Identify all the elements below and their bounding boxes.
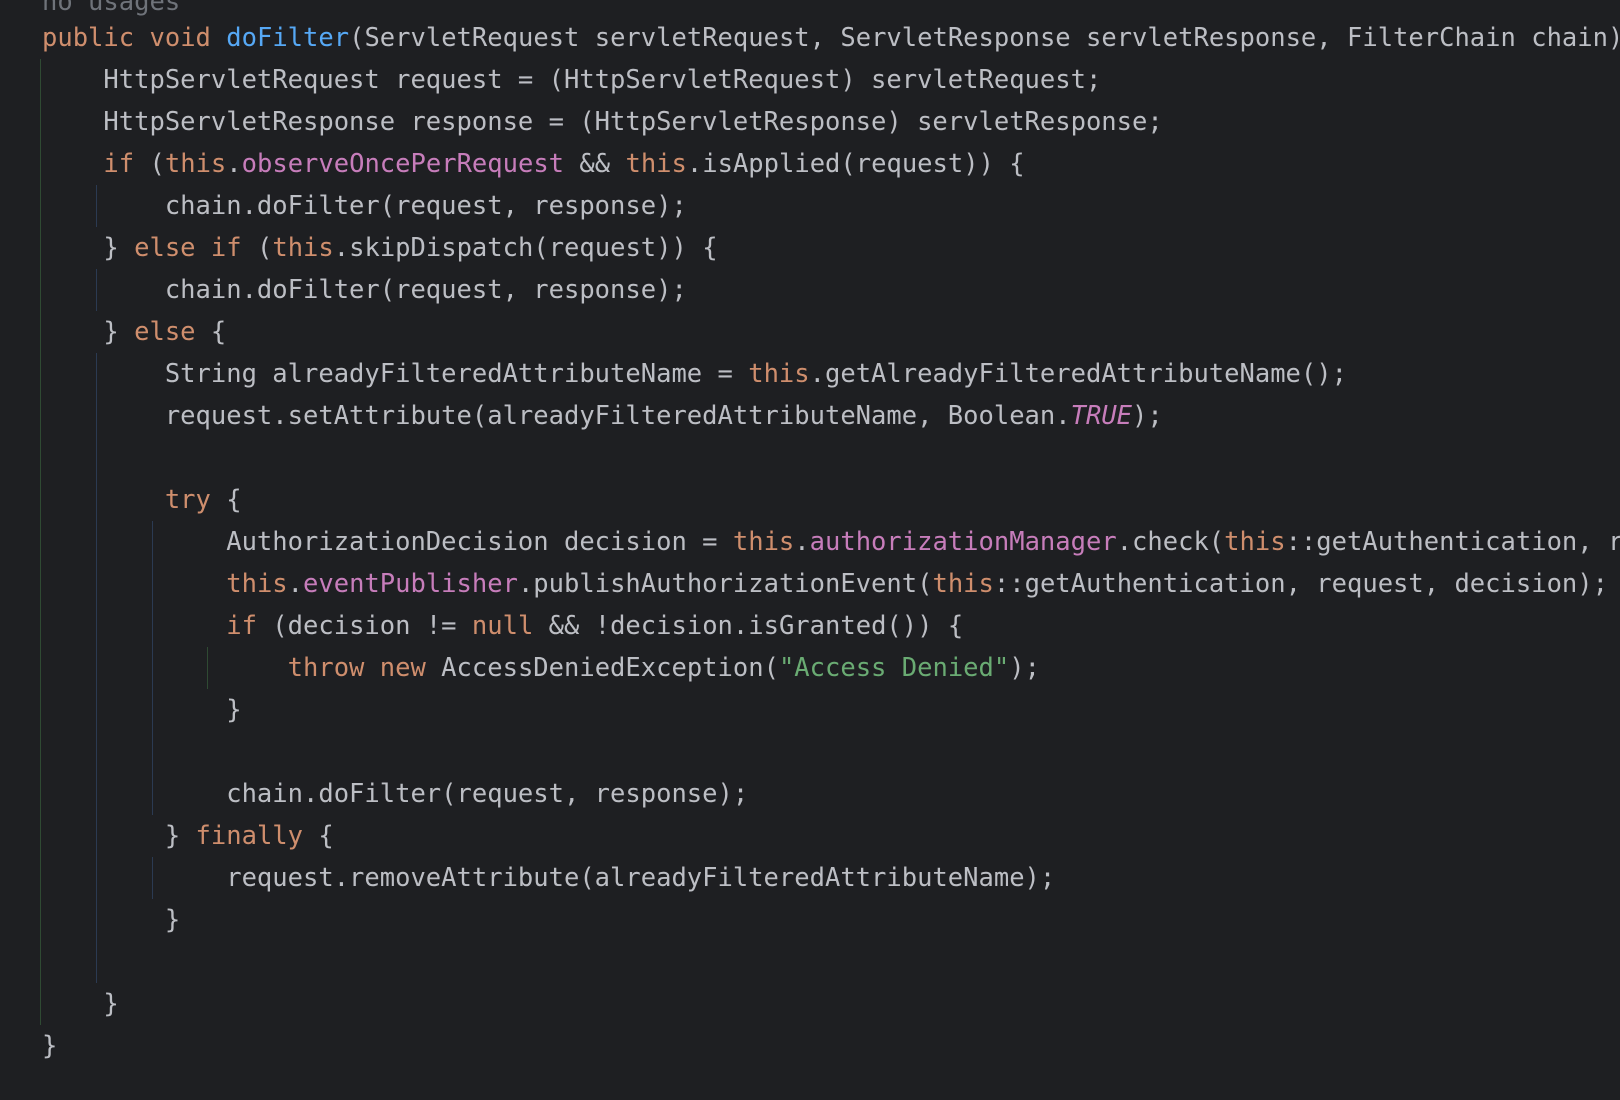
code-token: AccessDeniedException( xyxy=(425,653,779,683)
indent-guide-method xyxy=(40,59,41,1025)
code-token: chain.doFilter(request, response); xyxy=(42,275,687,305)
code-token: { xyxy=(210,485,242,515)
code-editor[interactable]: no usages public void doFilter(ServletRe… xyxy=(0,0,1620,1100)
code-token: ( xyxy=(241,233,273,263)
code-token: public xyxy=(42,23,135,53)
code-token: { xyxy=(195,317,227,347)
code-line: HttpServletRequest request = (HttpServle… xyxy=(42,59,1101,101)
code-token: .getAlreadyFilteredAttributeName(); xyxy=(809,359,1347,389)
code-token: ); xyxy=(1009,653,1040,683)
code-token: .check( xyxy=(1116,527,1225,557)
code-token: HttpServletResponse response = (HttpServ… xyxy=(42,107,1163,137)
code-token: throw xyxy=(287,653,365,683)
code-token: } xyxy=(42,317,135,347)
code-token: this xyxy=(272,233,334,263)
code-token: } xyxy=(42,1031,58,1061)
code-token: . xyxy=(287,569,304,599)
code-token: if xyxy=(210,233,242,263)
code-token: null xyxy=(471,611,534,641)
code-token: } xyxy=(42,233,135,263)
code-line: HttpServletResponse response = (HttpServ… xyxy=(42,101,1163,143)
code-token: && xyxy=(564,149,626,179)
code-line: request.setAttribute(alreadyFilteredAttr… xyxy=(42,395,1163,437)
code-token: else xyxy=(134,317,196,347)
code-line: try { xyxy=(42,479,242,521)
code-token: String alreadyFilteredAttributeName = xyxy=(42,359,749,389)
code-token: { xyxy=(303,821,334,851)
code-token: .isApplied(request)) { xyxy=(686,149,1025,179)
code-token: this xyxy=(226,569,288,599)
code-token: this xyxy=(932,569,994,599)
code-token: if xyxy=(103,149,135,179)
code-token: request.setAttribute(alreadyFilteredAttr… xyxy=(42,401,1071,431)
code-line: String alreadyFilteredAttributeName = th… xyxy=(42,353,1347,395)
code-line: chain.doFilter(request, response); xyxy=(42,185,687,227)
code-line: throw new AccessDeniedException("Access … xyxy=(42,647,1040,689)
code-token: .skipDispatch(request)) { xyxy=(333,233,718,263)
code-token: (ServletRequest servletRequest, ServletR… xyxy=(349,23,1620,53)
code-line: this.eventPublisher.publishAuthorization… xyxy=(42,563,1608,605)
code-token: . xyxy=(226,149,242,179)
code-token: void xyxy=(149,23,211,53)
code-token: this xyxy=(748,359,810,389)
code-token: } xyxy=(42,821,196,851)
code-token: ::getAuthentication, request); xyxy=(1285,527,1620,557)
code-line: request.removeAttribute(alreadyFilteredA… xyxy=(42,857,1055,899)
code-token: } xyxy=(42,695,242,725)
code-token: if xyxy=(226,611,257,641)
code-token: eventPublisher xyxy=(303,569,518,599)
code-token: . xyxy=(794,527,810,557)
code-token: this xyxy=(164,149,227,179)
code-token: AuthorizationDecision decision = xyxy=(42,527,733,557)
code-line: AuthorizationDecision decision = this.au… xyxy=(42,521,1620,563)
code-token: chain.doFilter(request, response); xyxy=(42,191,687,221)
code-line: } else if (this.skipDispatch(request)) { xyxy=(42,227,718,269)
code-line: } finally { xyxy=(42,815,334,857)
code-token: "Access Denied" xyxy=(778,653,1010,683)
code-token: authorizationManager xyxy=(809,527,1117,557)
code-line: } xyxy=(42,1025,57,1067)
code-token: request.removeAttribute(alreadyFilteredA… xyxy=(42,863,1056,893)
code-token: ( xyxy=(134,149,165,179)
code-token: doFilter xyxy=(226,23,350,53)
code-token: (decision != xyxy=(256,611,472,641)
code-line: } xyxy=(42,899,180,941)
code-line: public void doFilter(ServletRequest serv… xyxy=(42,17,1620,59)
code-line: if (this.observeOncePerRequest && this.i… xyxy=(42,143,1025,185)
code-token: this xyxy=(1224,527,1286,557)
code-token: this xyxy=(625,149,687,179)
code-token: } xyxy=(42,905,181,935)
code-token: ); xyxy=(1132,401,1163,431)
code-token: HttpServletRequest request = (HttpServle… xyxy=(42,65,1102,95)
code-line: } xyxy=(42,983,119,1025)
code-token: this xyxy=(732,527,795,557)
code-line: if (decision != null && !decision.isGran… xyxy=(42,605,963,647)
code-token: finally xyxy=(195,821,303,851)
code-token: .publishAuthorizationEvent( xyxy=(517,569,933,599)
code-line: } xyxy=(42,689,242,731)
code-token: TRUE xyxy=(1070,401,1133,431)
code-token: ::getAuthentication, request, decision); xyxy=(993,569,1608,599)
code-token: try xyxy=(164,485,211,515)
code-token: chain.doFilter(request, response); xyxy=(42,779,749,809)
code-line: chain.doFilter(request, response); xyxy=(42,773,748,815)
code-token: else xyxy=(134,233,196,263)
code-token: && !decision.isGranted()) { xyxy=(533,611,964,641)
code-token: new xyxy=(379,653,426,683)
code-line: } else { xyxy=(42,311,226,353)
code-line: chain.doFilter(request, response); xyxy=(42,269,687,311)
code-token: observeOncePerRequest xyxy=(241,149,565,179)
code-token: } xyxy=(42,989,119,1019)
